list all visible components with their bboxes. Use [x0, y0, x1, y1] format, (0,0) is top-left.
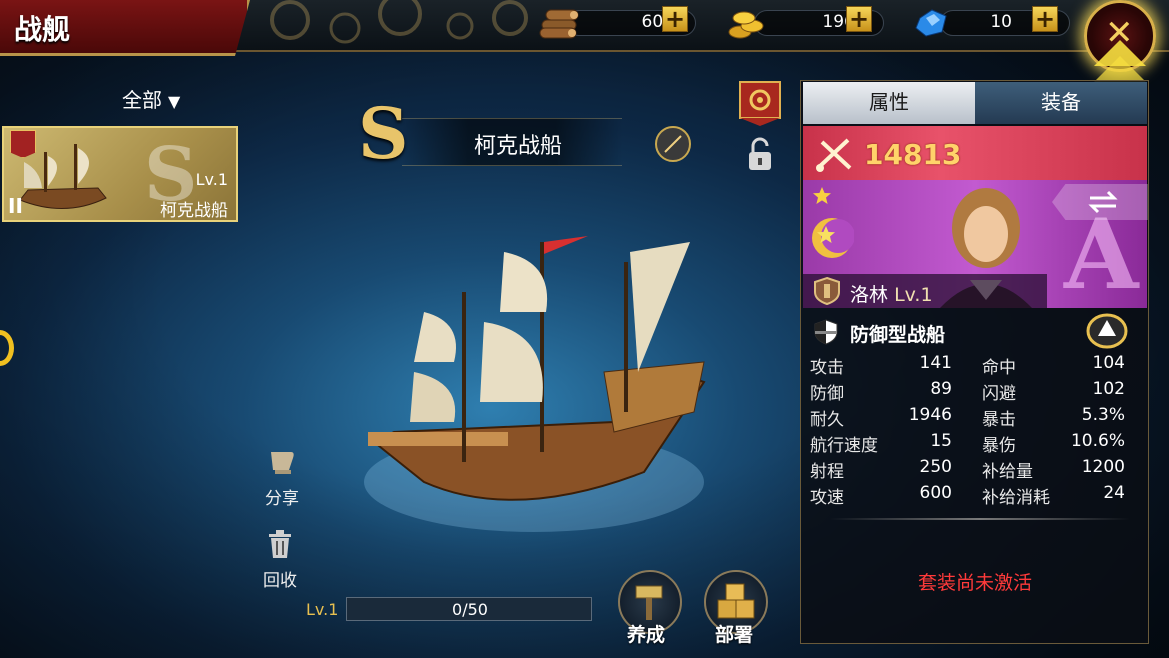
recycle-button[interactable]: 回收 [250, 528, 310, 591]
stat-value: 15 [930, 431, 952, 451]
train-label: 养成 [627, 624, 666, 646]
divider [830, 518, 1130, 520]
stat-label: 暴击 [982, 410, 1016, 430]
crossed-swords-icon [816, 138, 852, 172]
captain-name-line: 洛林 Lv.1 [850, 280, 933, 307]
hammer-icon [635, 585, 663, 620]
combat-power-value: 14813 [864, 138, 962, 171]
ship-badge-icon [10, 130, 36, 158]
captain-name: 洛林 [850, 284, 889, 306]
add-gems-button[interactable]: + [1032, 6, 1058, 32]
blue-gem-icon [915, 9, 947, 37]
stat-value: 1946 [908, 405, 952, 425]
stat-label: 耐久 [810, 410, 844, 430]
exp-progress-bar: 0/50 [346, 597, 592, 621]
stat-value: 10.6% [1070, 431, 1125, 451]
share-button[interactable]: 分享 [252, 444, 312, 509]
resource-wood: 600 + [536, 6, 696, 39]
stat-label: 命中 [982, 358, 1016, 378]
stat-label: 攻速 [810, 488, 844, 508]
stat-value: 250 [919, 457, 952, 477]
gear-decoration-icon [270, 0, 528, 44]
pause-icon: II [8, 194, 23, 218]
quill-icon [664, 135, 682, 153]
triangle-down-icon: ▼ [168, 92, 181, 111]
stat-label: 闪避 [982, 384, 1016, 404]
recycle-label: 回收 [263, 571, 297, 591]
stat-label: 暴伤 [982, 436, 1016, 456]
page-title: 战舰 [14, 13, 71, 46]
defense-shield-icon [814, 319, 838, 345]
resource-gold: 196K + [724, 6, 884, 39]
share-scroll-icon [271, 452, 294, 474]
crescent-star-icon [812, 218, 854, 258]
stat-value: 89 [930, 379, 952, 399]
exp-level: Lv.1 [306, 600, 339, 619]
tab-equipment[interactable]: 装备 [975, 82, 1147, 124]
ship-name-plate: S 柯克战船 [358, 92, 622, 175]
set-bonus-status: 套装尚未激活 [917, 572, 1032, 594]
ship-class-emblem-icon[interactable] [1086, 312, 1128, 350]
trash-icon [269, 530, 291, 558]
stat-label: 补给量 [982, 462, 1033, 482]
stat-label: 补给消耗 [982, 488, 1050, 508]
stat-value: 5.3% [1081, 405, 1125, 425]
gems-amount: 10 [990, 12, 1012, 32]
share-label: 分享 [265, 489, 299, 509]
stat-value: 104 [1092, 353, 1125, 373]
lock-icon[interactable] [745, 136, 775, 172]
stat-value: 141 [919, 353, 952, 373]
gold-coins-icon [728, 11, 764, 39]
captain-level: Lv.1 [894, 284, 933, 306]
exp-progress-text: 0/50 [452, 600, 488, 619]
stat-label: 射程 [810, 462, 844, 482]
stat-label: 攻击 [810, 358, 844, 378]
ship-rank-letter: S [358, 92, 409, 175]
ship-3d-model [364, 236, 706, 532]
stat-value: 600 [919, 483, 952, 503]
filter-dropdown[interactable]: 全部 ▼ [122, 84, 180, 113]
swap-arrows-icon [1088, 190, 1118, 214]
tab-attributes[interactable]: 属性 [803, 82, 975, 124]
stat-value: 24 [1103, 483, 1125, 503]
add-gold-button[interactable]: + [846, 6, 872, 32]
ship-list-item[interactable]: II S Lv.1 柯克战船 [2, 126, 238, 222]
rename-button[interactable] [655, 126, 691, 162]
stat-value: 102 [1092, 379, 1125, 399]
crates-icon [717, 583, 755, 619]
captain-shield-icon [814, 276, 840, 306]
ship-type: 防御型战船 [850, 324, 946, 346]
banner-flag-icon[interactable] [738, 80, 782, 126]
stat-value: 1200 [1081, 457, 1125, 477]
filter-label: 全部 [122, 88, 162, 112]
deploy-label: 部署 [715, 624, 754, 646]
stat-label: 防御 [810, 384, 844, 404]
stat-label: 航行速度 [810, 436, 878, 456]
selected-ship-name: 柯克战船 [474, 134, 563, 159]
swap-captain-button[interactable] [1052, 184, 1148, 220]
ship-name: 柯克战船 [160, 201, 228, 221]
wood-logs-icon [539, 9, 579, 39]
star-icon [813, 187, 831, 204]
add-wood-button[interactable]: + [662, 6, 688, 32]
ship-level: Lv.1 [195, 170, 228, 189]
resource-gems: 10 + [910, 6, 1070, 38]
